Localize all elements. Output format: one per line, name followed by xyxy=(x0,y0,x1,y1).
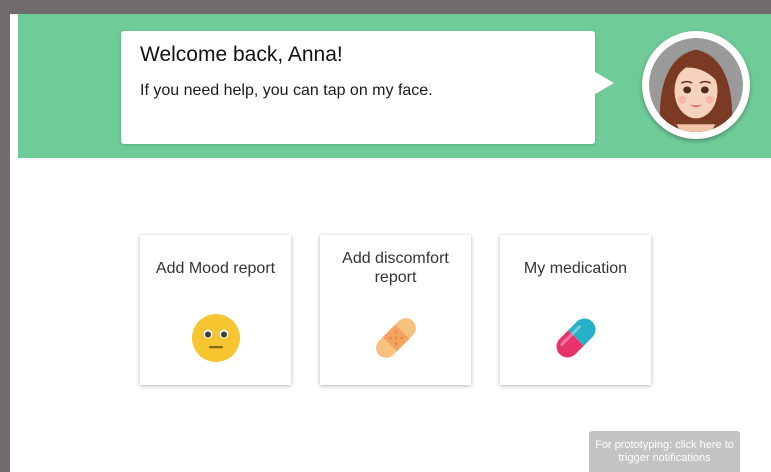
trigger-notifications-label: For prototyping: click here to trigger n… xyxy=(595,438,734,464)
card-label: Add discomfort report xyxy=(342,250,449,286)
welcome-title: Welcome back, Anna! xyxy=(140,43,343,66)
add-discomfort-report-card[interactable]: Add discomfort report xyxy=(320,235,471,385)
bandage-icon xyxy=(376,318,416,358)
card-label: Add Mood report xyxy=(155,260,276,277)
speech-bubble-tail xyxy=(590,69,614,97)
assistant-avatar-icon xyxy=(648,37,744,133)
add-mood-report-card[interactable]: Add Mood report xyxy=(140,235,291,385)
card-label: My medication xyxy=(523,260,628,277)
neutral-face-icon xyxy=(192,314,240,362)
my-medication-card[interactable]: My medication xyxy=(500,235,651,385)
trigger-notifications-button[interactable]: For prototyping: click here to trigger n… xyxy=(589,431,740,472)
app-frame: Welcome back, Anna! If you need help, yo… xyxy=(10,14,771,472)
pill-icon xyxy=(556,318,596,358)
assistant-avatar[interactable] xyxy=(642,31,750,139)
help-hint: If you need help, you can tap on my face… xyxy=(140,82,433,99)
speech-bubble: Welcome back, Anna! If you need help, yo… xyxy=(121,31,595,144)
